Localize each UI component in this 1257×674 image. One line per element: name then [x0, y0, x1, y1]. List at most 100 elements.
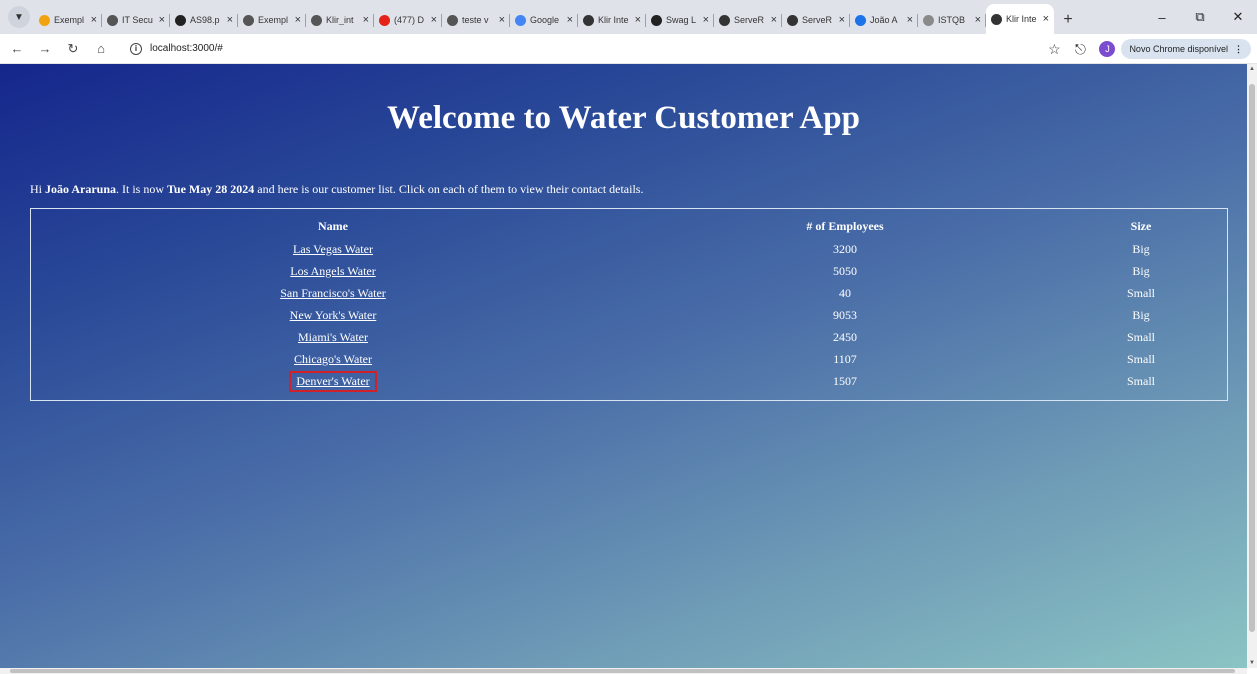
- cell-employees: 3200: [833, 241, 857, 256]
- tab-favicon-icon: [923, 14, 934, 26]
- tab-title: Klir Inte: [1006, 14, 1037, 24]
- minimize-button[interactable]: –: [1143, 10, 1181, 25]
- cell-size: Small: [1126, 285, 1155, 300]
- new-tab-button[interactable]: +: [1054, 6, 1082, 34]
- browser-tab[interactable]: AS98.p ×: [170, 6, 238, 34]
- browser-tab[interactable]: Klir Inte ×: [578, 6, 646, 34]
- horizontal-scroll-thumb[interactable]: [10, 669, 1235, 673]
- home-button[interactable]: ⌂: [90, 38, 112, 60]
- tab-close-icon[interactable]: ×: [1043, 13, 1049, 25]
- header-employees: # of Employees: [806, 218, 884, 233]
- profile-avatar[interactable]: J: [1099, 41, 1116, 57]
- browser-tab[interactable]: teste v ×: [442, 6, 510, 34]
- address-bar[interactable]: i localhost:3000/#: [122, 38, 231, 60]
- scroll-down-arrow-icon[interactable]: ▼: [1247, 658, 1257, 668]
- tab-close-icon[interactable]: ×: [907, 14, 913, 26]
- forward-button[interactable]: →: [34, 38, 56, 60]
- tab-close-icon[interactable]: ×: [295, 14, 301, 26]
- tab-favicon-icon: [991, 13, 1002, 25]
- tab-close-icon[interactable]: ×: [771, 14, 777, 26]
- customer-link[interactable]: Denver's Water: [296, 374, 369, 388]
- customer-link[interactable]: Chicago's Water: [294, 352, 372, 366]
- browser-tab[interactable]: ServeR ×: [782, 6, 850, 34]
- site-info-icon[interactable]: i: [130, 42, 142, 55]
- table-row: Los Angels Water 5050 Big: [33, 261, 1225, 281]
- tab-title: IT Secu: [122, 15, 153, 25]
- cell-name: Denver's Water: [33, 370, 633, 392]
- tab-title: Klir_int: [326, 15, 354, 25]
- cell-size: Small: [1126, 373, 1155, 388]
- cell-employees: 9053: [833, 307, 857, 322]
- vertical-scrollbar[interactable]: ▲ ▼: [1247, 64, 1257, 668]
- cell-employees: 2450: [833, 329, 857, 344]
- browser-tab[interactable]: Klir_int ×: [306, 6, 374, 34]
- browser-tab[interactable]: Klir Inte ×: [986, 4, 1054, 34]
- tab-close-icon[interactable]: ×: [975, 14, 981, 26]
- browser-tab[interactable]: Exempl ×: [238, 6, 306, 34]
- cell-employees: 1507: [833, 373, 857, 388]
- customer-link[interactable]: New York's Water: [290, 308, 377, 322]
- tab-close-icon[interactable]: ×: [227, 14, 233, 26]
- cell-size: Big: [1132, 263, 1150, 278]
- scroll-up-arrow-icon[interactable]: ▲: [1247, 64, 1257, 74]
- horizontal-scrollbar[interactable]: [0, 668, 1247, 674]
- browser-tab[interactable]: ISTQB ×: [918, 6, 986, 34]
- cell-size: Small: [1126, 351, 1155, 366]
- restore-button[interactable]: ⧉: [1181, 9, 1219, 25]
- back-button[interactable]: ←: [6, 38, 28, 60]
- tab-favicon-icon: [447, 14, 458, 26]
- browser-tab[interactable]: João A ×: [850, 6, 918, 34]
- tab-title: ServeR: [734, 15, 765, 25]
- tab-close-icon[interactable]: ×: [839, 14, 845, 26]
- cell-name: Miami's Water: [33, 327, 633, 347]
- tab-close-icon[interactable]: ×: [363, 14, 369, 26]
- tab-close-icon[interactable]: ×: [499, 14, 505, 26]
- browser-tab[interactable]: (477) D ×: [374, 6, 442, 34]
- extensions-icon[interactable]: ⎋: [1067, 41, 1093, 58]
- browser-toolbar: ← → ↻ ⌂ i localhost:3000/# ☆ ⎋ J Novo Ch…: [0, 34, 1257, 64]
- intro-hi: Hi: [30, 182, 45, 196]
- reload-button[interactable]: ↻: [62, 38, 84, 60]
- customer-table-body: Las Vegas Water 3200 Big Los Angels Water 50…: [33, 239, 1225, 392]
- toolbar-actions: ☆ ⎋ J Novo Chrome disponível ⋮: [1041, 34, 1251, 64]
- table-row: New York's Water 9053 Big: [33, 305, 1225, 325]
- tab-close-icon[interactable]: ×: [91, 14, 97, 26]
- chrome-update-button[interactable]: Novo Chrome disponível ⋮: [1121, 39, 1251, 59]
- browser-tab[interactable]: IT Secu ×: [102, 6, 170, 34]
- tab-close-icon[interactable]: ×: [159, 14, 165, 26]
- tab-title: Swag L: [666, 15, 697, 25]
- tab-search-button[interactable]: ▼: [8, 6, 30, 28]
- tab-title: João A: [870, 15, 898, 25]
- customer-link[interactable]: San Francisco's Water: [280, 286, 386, 300]
- tab-title: ISTQB: [938, 15, 966, 25]
- tab-list: Exempl × IT Secu × AS98.p × Exempl × Klir_int × (4…: [34, 0, 1054, 34]
- vertical-scroll-thumb[interactable]: [1249, 84, 1255, 632]
- close-window-button[interactable]: ✕: [1219, 9, 1257, 25]
- customer-link[interactable]: Miami's Water: [298, 330, 368, 344]
- customer-link[interactable]: Los Angels Water: [290, 264, 375, 278]
- bookmark-star-icon[interactable]: ☆: [1041, 41, 1067, 58]
- tab-favicon-icon: [175, 14, 186, 26]
- cell-size: Big: [1132, 307, 1150, 322]
- page-title: Welcome to Water Customer App: [387, 100, 860, 136]
- browser-tab[interactable]: Swag L ×: [646, 6, 714, 34]
- tab-close-icon[interactable]: ×: [635, 14, 641, 26]
- tab-title: ServeR: [802, 15, 833, 25]
- user-name: João Araruna: [45, 182, 117, 196]
- tab-close-icon[interactable]: ×: [431, 14, 437, 26]
- intro-text: Hi João Araruna. It is now Tue May 28 20…: [30, 182, 643, 197]
- browser-tab[interactable]: ServeR ×: [714, 6, 782, 34]
- cell-employees: 1107: [833, 351, 857, 366]
- tab-title: Exempl: [54, 15, 85, 25]
- browser-tab[interactable]: Exempl ×: [34, 6, 102, 34]
- browser-tab[interactable]: Google ×: [510, 6, 578, 34]
- tab-close-icon[interactable]: ×: [567, 14, 573, 26]
- update-label: Novo Chrome disponível: [1129, 44, 1228, 54]
- tab-favicon-icon: [515, 14, 526, 26]
- customer-link[interactable]: Las Vegas Water: [293, 242, 373, 256]
- tab-favicon-icon: [583, 14, 594, 26]
- tab-title: AS98.p: [190, 15, 220, 25]
- page-viewport: Welcome to Water Customer App Hi João Ar…: [0, 64, 1247, 668]
- tab-close-icon[interactable]: ×: [703, 14, 709, 26]
- table-row: Denver's Water 1507 Small: [33, 370, 1225, 392]
